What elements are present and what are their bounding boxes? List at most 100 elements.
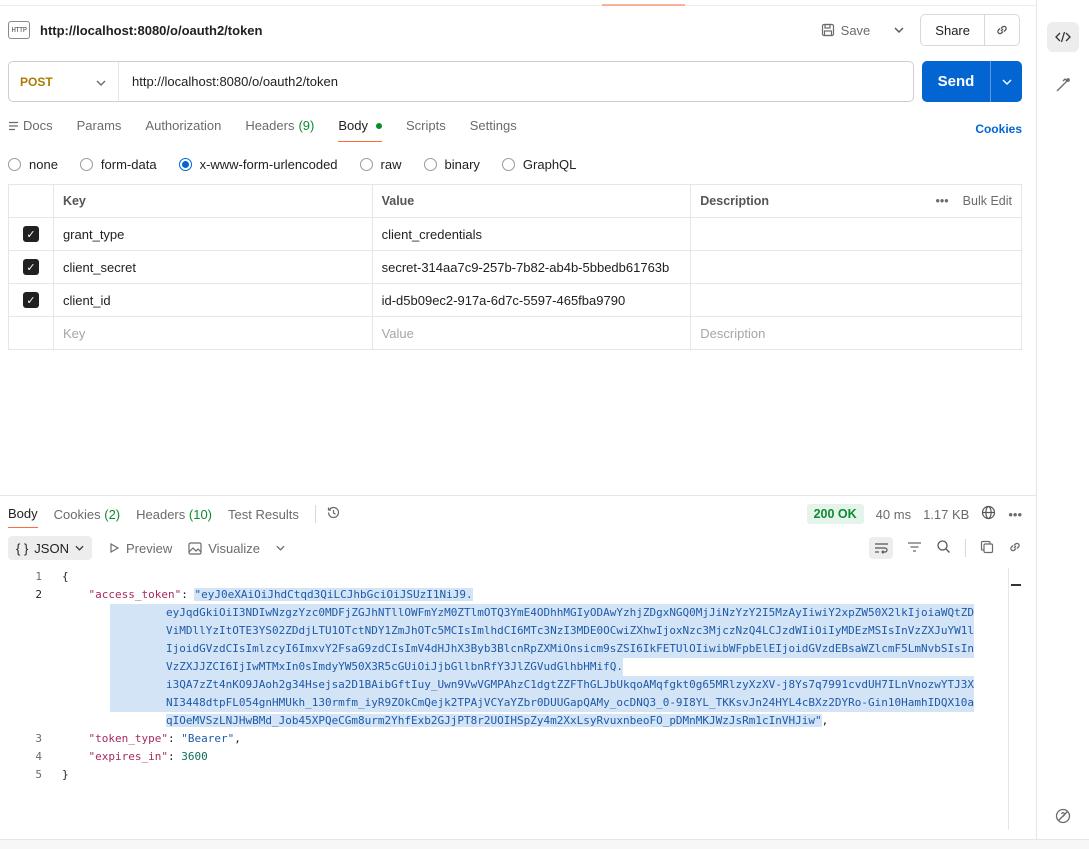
chevron-down-icon	[75, 545, 84, 551]
code-text: {	[62, 570, 69, 583]
link-icon	[997, 25, 1007, 35]
line-number-blank	[0, 640, 44, 658]
json-key: "token_type"	[88, 732, 168, 745]
more-icon[interactable]: •••	[1008, 507, 1022, 522]
column-header-value: Value	[371, 184, 692, 218]
line-number: 1	[35, 570, 42, 583]
globe-icon[interactable]	[981, 505, 996, 523]
json-string-wrap: IjoidGVzdCIsImlzcyI6ImxvY2FsaG9zdCIsImV4…	[110, 640, 974, 658]
row-key[interactable]: grant_type	[52, 217, 373, 251]
response-meta: 200 OK 40 ms 1.17 KB •••	[806, 504, 1022, 524]
chevron-down-icon[interactable]	[276, 545, 285, 551]
tab-docs[interactable]: Docs	[8, 118, 53, 141]
tab-headers[interactable]: Headers (9)	[245, 118, 314, 141]
json-string-wrap: ViMDllYzItOTE3YS02ZDdjLTU1OTctNDY1ZmJhOT…	[110, 622, 974, 640]
code-line-wrapped: i3QA7zZt4nKO9JAoh2g34Hsejsa2D1BAibGftIuy…	[0, 676, 1008, 694]
line-number: 2	[35, 588, 42, 601]
row-checkbox-cell: ✓	[8, 283, 54, 317]
tab-params-label: Params	[76, 118, 122, 133]
filter-icon[interactable]	[907, 541, 922, 556]
body-type-raw[interactable]: raw	[359, 157, 402, 172]
body-type-form-data[interactable]: form-data	[79, 157, 157, 172]
send-group: Send	[922, 61, 1022, 102]
tab-headers-count: (9)	[298, 118, 315, 133]
body-type-urlencoded[interactable]: x-www-form-urlencoded	[178, 157, 338, 172]
method-select[interactable]: POST	[9, 62, 119, 101]
scroll-thumb[interactable]	[1011, 584, 1021, 586]
resp-tab-cookies[interactable]: Cookies (2)	[54, 507, 120, 528]
tab-params[interactable]: Params	[77, 118, 122, 141]
preview-button[interactable]: Preview	[108, 541, 172, 556]
row-key[interactable]: client_id	[52, 283, 373, 317]
tab-body[interactable]: Body	[338, 118, 382, 142]
row-description[interactable]	[690, 217, 1022, 251]
response-size[interactable]: 1.17 KB	[923, 507, 969, 522]
row-checkbox[interactable]: ✓	[22, 226, 39, 243]
search-icon[interactable]	[936, 539, 951, 557]
tab-settings[interactable]: Settings	[470, 118, 517, 141]
row-value[interactable]: secret-314aa7c9-257b-7b82-ab4b-5bbedb617…	[371, 250, 692, 284]
body-type-binary[interactable]: binary	[423, 157, 480, 172]
wrap-icon[interactable]	[869, 537, 893, 559]
tab-authorization[interactable]: Authorization	[145, 118, 221, 141]
table-header-row: Key Value Description ••• Bulk Edit	[8, 184, 1022, 218]
bulk-edit-button[interactable]: Bulk Edit	[963, 194, 1012, 208]
history-icon[interactable]	[326, 505, 341, 523]
code-line-wrapped: NI3448dtpFL054gnHMUkh_130rmfm_iyR9ZOkCmQ…	[0, 694, 1008, 712]
code-line: 1 {	[0, 568, 1008, 586]
more-icon[interactable]: •••	[936, 194, 949, 208]
chevron-down-icon	[894, 27, 904, 33]
share-button[interactable]: Share	[921, 15, 985, 45]
save-options-button[interactable]	[886, 15, 912, 45]
row-checkbox[interactable]: ✓	[22, 292, 39, 309]
tab-scripts[interactable]: Scripts	[406, 118, 446, 141]
row-value[interactable]: id-d5b09ec2-917a-6d7c-5597-465fba9790	[371, 283, 692, 317]
tab-settings-label: Settings	[469, 118, 517, 133]
divider	[314, 505, 316, 523]
code-line: 3 "token_type": "Bearer",	[0, 730, 1008, 748]
save-button[interactable]: Save	[813, 15, 879, 45]
cookies-link[interactable]: Cookies	[975, 122, 1022, 136]
resp-tab-headers[interactable]: Headers (10)	[136, 507, 212, 528]
row-value[interactable]: client_credentials	[371, 217, 692, 251]
status-badge[interactable]: 200 OK	[806, 504, 864, 524]
format-select[interactable]: { } JSON	[8, 536, 92, 560]
copy-icon[interactable]	[980, 540, 994, 557]
radio-urlencoded[interactable]	[178, 157, 192, 171]
resp-tab-test-results[interactable]: Test Results	[228, 507, 299, 528]
radio-binary[interactable]	[423, 157, 437, 171]
row-checkbox[interactable]: ✓	[22, 259, 39, 276]
response-toolbar: { } JSON Preview Visualize	[8, 536, 1022, 560]
radio-graphql[interactable]	[501, 157, 515, 171]
send-options-button[interactable]	[990, 61, 1022, 102]
radio-raw[interactable]	[359, 157, 373, 171]
row-description[interactable]	[690, 250, 1022, 284]
link-icon[interactable]	[1008, 540, 1022, 557]
visualize-button[interactable]: Visualize	[188, 541, 285, 556]
copy-link-button[interactable]	[985, 15, 1019, 45]
row-description[interactable]	[690, 283, 1022, 317]
body-type-graphql[interactable]: GraphQL	[501, 156, 577, 172]
radio-none[interactable]	[8, 157, 21, 171]
chevron-down-icon	[96, 75, 106, 89]
body-type-graphql-label: GraphQL	[522, 156, 577, 172]
radio-form-data[interactable]	[79, 157, 93, 171]
help-button[interactable]	[1047, 801, 1079, 831]
row-key[interactable]: client_secret	[52, 250, 373, 284]
response-divider[interactable]	[0, 495, 1037, 496]
new-key-input[interactable]: Key	[52, 316, 373, 350]
resp-tab-cookies-count: (2)	[104, 506, 121, 522]
json-string-wrap: eyJqdGkiOiI3NDIwNzgzYzc0MDFjZGJhNTllOWFm…	[110, 604, 974, 622]
new-value-input[interactable]: Value	[371, 316, 692, 350]
request-title[interactable]: http://localhost:8080/o/oauth2/token	[40, 23, 262, 38]
code-scrollbar[interactable]	[1008, 568, 1022, 830]
response-code-editor[interactable]: 1 { 2 "access_token": "eyJ0eXAiOiJhdCtqd…	[0, 568, 1008, 784]
resp-tab-body[interactable]: Body	[8, 506, 38, 528]
related-button[interactable]	[1047, 70, 1079, 100]
response-time[interactable]: 40 ms	[876, 507, 911, 522]
new-description-input[interactable]: Description	[690, 316, 1022, 350]
url-input[interactable]	[119, 74, 899, 89]
send-button[interactable]: Send	[922, 61, 990, 102]
body-type-none[interactable]: none	[8, 157, 58, 172]
code-snippet-button[interactable]	[1047, 22, 1079, 52]
